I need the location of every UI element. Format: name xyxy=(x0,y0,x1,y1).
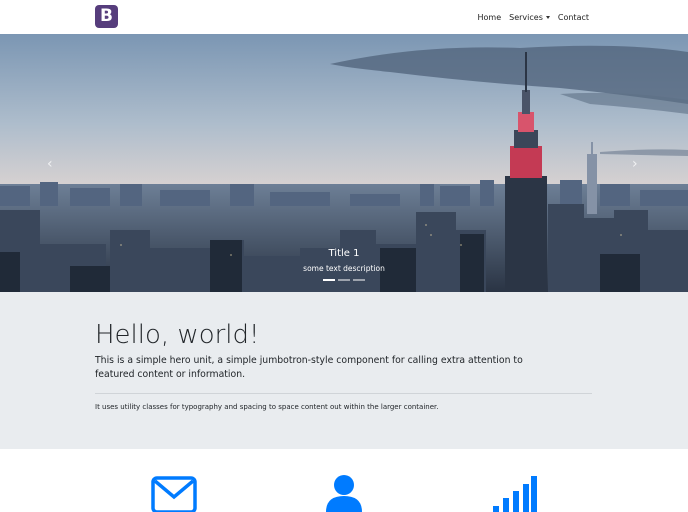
brand-logo[interactable]: B xyxy=(95,5,118,28)
nav-menu: Home Services Contact xyxy=(478,0,589,34)
jumbotron-text: It uses utility classes for typography a… xyxy=(95,403,439,411)
hero-carousel: ‹ › Title 1 some text description xyxy=(0,34,688,292)
jumbotron-lead: This is a simple hero unit, a simple jum… xyxy=(95,355,523,380)
carousel-indicator-2[interactable] xyxy=(338,279,350,281)
features-section xyxy=(0,449,688,512)
carousel-indicator-1[interactable] xyxy=(323,279,335,281)
chevron-left-icon: ‹ xyxy=(47,156,53,172)
carousel-indicators xyxy=(0,279,688,281)
nav-item-home[interactable]: Home xyxy=(478,13,502,22)
carousel-prev-button[interactable]: ‹ xyxy=(47,156,53,172)
nav-item-services[interactable]: Services xyxy=(509,13,550,22)
nav-item-services-label: Services xyxy=(509,12,543,22)
jumbotron: Hello, world! This is a simple hero unit… xyxy=(0,292,688,449)
nav-item-contact[interactable]: Contact xyxy=(558,13,589,22)
carousel-indicator-3[interactable] xyxy=(353,279,365,281)
caret-down-icon xyxy=(545,15,550,19)
jumbotron-heading: Hello, world! xyxy=(95,320,260,350)
divider xyxy=(95,393,592,394)
chevron-right-icon: › xyxy=(632,156,638,172)
carousel-next-button[interactable]: › xyxy=(632,156,638,172)
envelope-icon xyxy=(151,476,197,512)
signal-bars-icon xyxy=(493,476,537,512)
user-icon xyxy=(326,475,362,512)
carousel-caption-title: Title 1 xyxy=(328,248,360,259)
carousel-caption-text: some text description xyxy=(303,264,385,273)
navbar: B Home Services Contact xyxy=(0,0,688,34)
